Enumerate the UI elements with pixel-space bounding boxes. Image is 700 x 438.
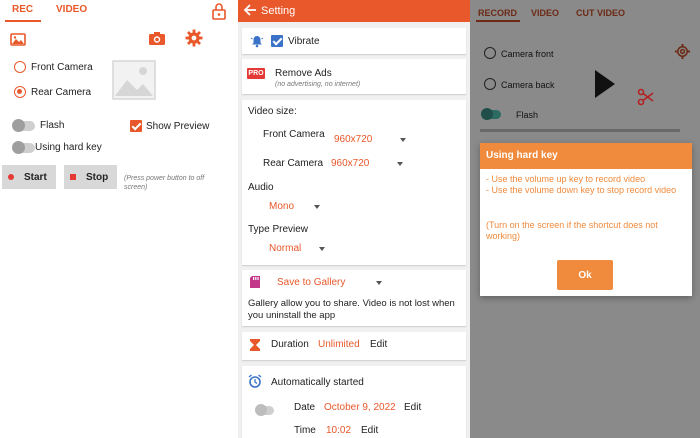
back-arrow-icon[interactable] <box>243 3 257 17</box>
vibrate-checkbox[interactable] <box>271 35 283 47</box>
ok-button[interactable]: Ok <box>557 260 613 290</box>
dialog-header: Using hard key <box>480 143 692 169</box>
front-size-dropdown-icon[interactable] <box>400 138 406 142</box>
tab-video[interactable]: VIDEO <box>56 4 87 15</box>
stop-button[interactable]: Stop <box>64 165 117 189</box>
duration-card: Duration Unlimited Edit <box>242 332 466 360</box>
hourglass-icon <box>250 339 260 351</box>
auto-start-toggle[interactable] <box>255 404 274 416</box>
dialog-note: (Turn on the screen if the shortcut does… <box>486 220 658 241</box>
pro-badge: PRO <box>247 68 265 79</box>
record-dot-icon <box>8 174 14 180</box>
vibrate-bell-icon <box>250 36 264 48</box>
power-button-hint: (Press power button to off screen) <box>124 175 205 191</box>
type-preview-value[interactable]: Normal <box>269 243 301 254</box>
start-label: Start <box>24 171 47 183</box>
duration-value: Unlimited <box>318 339 360 350</box>
hard-key-dialog-screen: RECORD VIDEO CUT VIDEO Camera front Came… <box>470 0 700 438</box>
dialog-title: Using hard key <box>486 150 558 161</box>
hard-key-dialog: Using hard key - Use the volume up key t… <box>480 143 692 296</box>
camera-front-label: Camera front <box>501 49 554 59</box>
save-location-value[interactable]: Save to Gallery <box>277 277 345 288</box>
front-camera-radio[interactable] <box>14 61 26 73</box>
play-icon[interactable] <box>595 70 615 98</box>
front-camera-option[interactable]: Front Camera <box>14 61 93 73</box>
type-preview-label: Type Preview <box>248 224 309 235</box>
time-label: Time <box>294 425 316 436</box>
stop-label: Stop <box>86 171 109 183</box>
dialog-line-1: - Use the volume up key to record video <box>486 174 646 184</box>
audio-value[interactable]: Mono <box>269 201 294 212</box>
rear-camera-label: Rear Camera <box>31 86 92 98</box>
time-value: 10:02 <box>326 425 352 436</box>
remove-ads-subtitle: (no advertising, no internet) <box>275 81 361 88</box>
start-button[interactable]: Start <box>2 165 56 189</box>
gear-icon[interactable] <box>185 29 203 47</box>
tab-video[interactable]: VIDEO <box>531 8 559 18</box>
camera-back-radio[interactable] <box>484 78 496 90</box>
settings-title: Setting <box>261 5 296 17</box>
camera-back-label: Camera back <box>501 80 555 90</box>
gear-icon[interactable] <box>674 43 691 60</box>
audio-label: Audio <box>248 182 274 193</box>
recorder-main-screen: REC VIDEO Front Camera Rear Camera Flash… <box>0 0 238 438</box>
date-value: October 9, 2022 <box>324 402 396 413</box>
front-camera-size-value[interactable]: 960x720 <box>334 134 372 145</box>
flash-label: Flash <box>40 120 65 131</box>
gallery-icon[interactable] <box>10 31 26 47</box>
dialog-line-2: - Use the volume down key to stop record… <box>486 185 677 195</box>
video-size-label: Video size: <box>248 106 297 117</box>
rear-camera-size-value[interactable]: 960x720 <box>331 158 369 169</box>
vibrate-label: Vibrate <box>288 36 320 47</box>
tab-rec[interactable]: REC <box>12 4 33 15</box>
duration-label: Duration <box>271 339 309 350</box>
remove-ads-label: Remove Ads <box>275 68 332 79</box>
obscured-text-line <box>480 129 680 132</box>
hard-key-label: Using hard key <box>35 142 102 153</box>
hard-key-toggle[interactable] <box>12 141 35 154</box>
tab-record[interactable]: RECORD <box>478 8 517 18</box>
camera-icon[interactable] <box>148 31 166 46</box>
rear-size-dropdown-icon[interactable] <box>397 162 403 166</box>
date-label: Date <box>294 402 316 413</box>
tab-bar: REC VIDEO <box>0 0 238 22</box>
save-location-dropdown-icon[interactable] <box>376 281 382 285</box>
flash-toggle[interactable] <box>481 108 501 120</box>
alarm-clock-icon <box>248 374 262 388</box>
active-tab-indicator <box>476 20 520 22</box>
rear-camera-radio[interactable] <box>14 86 26 98</box>
type-preview-dropdown-icon[interactable] <box>319 247 325 251</box>
front-camera-label: Front Camera <box>31 61 93 73</box>
settings-screen: Setting Vibrate PRO Remove Ads (no adver… <box>238 0 470 438</box>
front-camera-size-label: Front Camera <box>263 129 325 140</box>
duration-edit-button[interactable]: Edit <box>370 339 387 350</box>
sd-card-icon <box>250 276 260 288</box>
lock-icon[interactable] <box>211 2 227 20</box>
show-preview-checkbox[interactable] <box>130 120 142 132</box>
save-location-description: Gallery allow you to share. Video is not… <box>248 298 455 321</box>
date-edit-button[interactable]: Edit <box>404 402 421 413</box>
audio-dropdown-icon[interactable] <box>314 205 320 209</box>
scissors-icon[interactable] <box>637 88 655 106</box>
stop-square-icon <box>70 174 76 180</box>
time-edit-button[interactable]: Edit <box>361 425 378 436</box>
flash-toggle[interactable] <box>12 119 35 132</box>
remove-ads-card[interactable]: PRO Remove Ads (no advertising, no inter… <box>242 59 466 94</box>
vibrate-card: Vibrate <box>242 28 466 54</box>
auto-start-card: Automatically started Date October 9, 20… <box>242 366 466 438</box>
save-location-card: Save to Gallery Gallery allow you to sha… <box>242 270 466 326</box>
rear-camera-size-label: Rear Camera <box>263 158 324 169</box>
rear-camera-option[interactable]: Rear Camera <box>14 86 91 98</box>
camera-front-radio[interactable] <box>484 47 496 59</box>
auto-start-label: Automatically started <box>271 377 364 388</box>
settings-app-bar: Setting <box>238 0 470 22</box>
video-settings-card: Video size: Front Camera 960x720 Rear Ca… <box>242 100 466 265</box>
flash-label: Flash <box>516 110 539 120</box>
active-tab-indicator <box>5 20 41 22</box>
tab-cut-video[interactable]: CUT VIDEO <box>576 8 625 18</box>
preview-image-placeholder-icon <box>112 60 156 100</box>
show-preview-label: Show Preview <box>146 121 210 132</box>
